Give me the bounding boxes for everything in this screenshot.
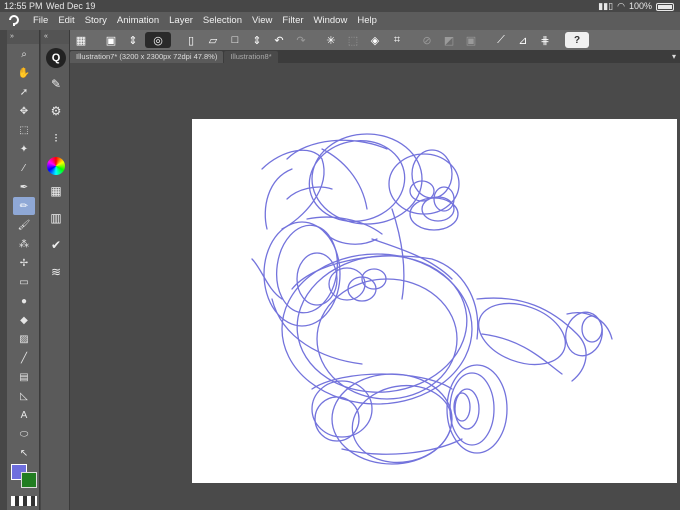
pencil-tool-icon[interactable]: ✏ [13, 197, 35, 215]
pen-tool-icon[interactable]: ✒ [13, 178, 35, 196]
menu-animation[interactable]: Animation [112, 12, 164, 30]
menu-selection[interactable]: Selection [198, 12, 247, 30]
canvas-workspace[interactable] [70, 63, 680, 510]
selection-tool-icon[interactable]: ⬚ [13, 121, 35, 139]
command-bar: ▦ ▣ ⇕ ◎ ▯ ▱ □ ⇕ ↶ ↷ ✳ ⬚ ◈ ⌗ ⊘ ◩ ▣ ⟋ ⊿ ⋕ … [70, 30, 680, 50]
undo-icon[interactable]: ↶ [269, 32, 289, 48]
open-folder-icon[interactable]: ▱ [203, 32, 223, 48]
menu-story[interactable]: Story [80, 12, 112, 30]
sketch-drawing [251, 133, 613, 465]
brush-size-icon[interactable]: ⁝ [45, 127, 67, 149]
loading-sparkle-icon[interactable]: ✳ [321, 32, 341, 48]
palette-dock-header[interactable]: « [41, 30, 69, 44]
app-logo-icon[interactable] [0, 13, 28, 30]
layer-palette-icon[interactable]: ≋ [45, 261, 67, 283]
palette-dock: « Q ✎ ⚙ ⁝ ▦ ▥ ✔ ≋ [41, 30, 70, 510]
frame-border-tool-icon[interactable]: ▤ [13, 368, 35, 386]
correct-line-tool-icon[interactable]: ↖ [13, 444, 35, 462]
tool-palette-header[interactable]: » [7, 30, 39, 44]
save-icon[interactable]: □ [225, 32, 245, 48]
menu-view[interactable]: View [247, 12, 277, 30]
menu-layer[interactable]: Layer [164, 12, 198, 30]
fill-bucket-icon[interactable]: ◈ [365, 32, 385, 48]
select-all-icon[interactable]: ▣ [461, 32, 481, 48]
menu-help[interactable]: Help [352, 12, 382, 30]
tab-illustration7[interactable]: Illustration7* (3200 x 2300px 72dpi 47.8… [70, 51, 224, 63]
ruler-snap-icon[interactable]: ⟋ [491, 32, 511, 48]
balloon-tool-icon[interactable]: ⬭ [13, 425, 35, 443]
special-ruler-icon[interactable]: ⊿ [513, 32, 533, 48]
tool-palette: » ⌕ ✋ ➚ ✥ ⬚ ✦ ⁄ ✒ ✏ 🖌 ⁂ ✢ ▭ ● ◆ ▨ ╱ ▤ ◺ … [7, 30, 40, 510]
menu-filter[interactable]: Filter [277, 12, 308, 30]
color-wheel-icon[interactable] [47, 157, 65, 175]
crop-icon[interactable]: ⌗ [387, 32, 407, 48]
drawing-canvas[interactable] [192, 119, 677, 483]
hand-tool-icon[interactable]: ✋ [13, 64, 35, 82]
blend-tool-icon[interactable]: ● [13, 292, 35, 310]
menu-window[interactable]: Window [309, 12, 353, 30]
fill-tool-icon[interactable]: ◆ [13, 311, 35, 329]
battery-icon [656, 3, 674, 11]
clip-studio-window: 12:55 PM Wed Dec 19 ▮▮▯ ◠ 100% File Edit… [0, 0, 680, 510]
up-down-arrows-icon[interactable]: ⇕ [123, 32, 143, 48]
sub-color-swatch[interactable] [21, 472, 37, 488]
status-right-group: ▮▮▯ ◠ 100% [598, 0, 674, 12]
signal-icon: ▮▮▯ [598, 1, 614, 11]
layout-grid-icon[interactable]: ▦ [71, 32, 91, 48]
document-tabs: Illustration7* (3200 x 2300px 72dpi 47.8… [70, 50, 680, 63]
tab-menu-chevron-icon[interactable]: ▾ [672, 52, 676, 61]
decoration-tool-icon[interactable]: ✢ [13, 254, 35, 272]
transform-icon[interactable]: ⬚ [343, 32, 363, 48]
intermediate-color-icon[interactable]: ▥ [45, 207, 67, 229]
tool-property-icon[interactable]: ✎ [45, 73, 67, 95]
quick-access-button[interactable]: Q [46, 48, 66, 68]
clear-selection-icon[interactable]: ⊘ [417, 32, 437, 48]
color-swatches [11, 464, 39, 490]
operation-tool-icon[interactable]: ➚ [13, 83, 35, 101]
battery-percent: 100% [628, 1, 652, 11]
menu-bar: File Edit Story Animation Layer Selectio… [0, 12, 680, 30]
color-history-icon[interactable]: ✔ [45, 234, 67, 256]
ruler-tool-icon[interactable]: ◺ [13, 387, 35, 405]
sub-tool-detail-icon[interactable]: ⚙ [45, 100, 67, 122]
wifi-icon: ◠ [617, 1, 625, 11]
zoom-tool-icon[interactable]: ⌕ [13, 45, 35, 63]
swirl-icon[interactable]: ◎ [145, 32, 171, 48]
up-down-arrows-icon-2[interactable]: ⇕ [247, 32, 267, 48]
status-date: Wed Dec 19 [46, 1, 96, 11]
help-button[interactable]: ? [565, 32, 589, 48]
tab-illustration8[interactable]: Illustration8* [224, 51, 278, 63]
ios-status-bar: 12:55 PM Wed Dec 19 ▮▮▯ ◠ 100% [0, 0, 680, 12]
grid-snap-icon[interactable]: ⋕ [535, 32, 555, 48]
camera-icon[interactable]: ▣ [101, 32, 121, 48]
eyedropper-tool-icon[interactable]: ⁄ [13, 159, 35, 177]
color-set-icon[interactable]: ▦ [45, 180, 67, 202]
eraser-tool-icon[interactable]: ▭ [13, 273, 35, 291]
figure-tool-icon[interactable]: ╱ [13, 349, 35, 367]
brush-tool-icon[interactable]: 🖌 [13, 216, 35, 234]
airbrush-tool-icon[interactable]: ⁂ [13, 235, 35, 253]
invert-selection-icon[interactable]: ◩ [439, 32, 459, 48]
gradient-tool-icon[interactable]: ▨ [13, 330, 35, 348]
menu-file[interactable]: File [28, 12, 53, 30]
move-layer-tool-icon[interactable]: ✥ [13, 102, 35, 120]
new-file-icon[interactable]: ▯ [181, 32, 201, 48]
redo-icon[interactable]: ↷ [291, 32, 311, 48]
auto-select-tool-icon[interactable]: ✦ [13, 140, 35, 158]
transparent-color-swatch[interactable] [11, 496, 37, 506]
menu-edit[interactable]: Edit [53, 12, 79, 30]
text-tool-icon[interactable]: A [13, 406, 35, 424]
status-time: 12:55 PM [4, 1, 43, 11]
